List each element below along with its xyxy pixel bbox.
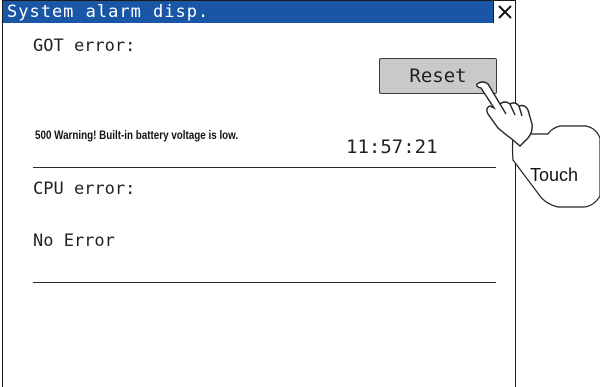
touch-callout [476, 81, 600, 208]
pointing-hand-icon [476, 81, 533, 147]
touch-label: Touch [530, 165, 579, 185]
